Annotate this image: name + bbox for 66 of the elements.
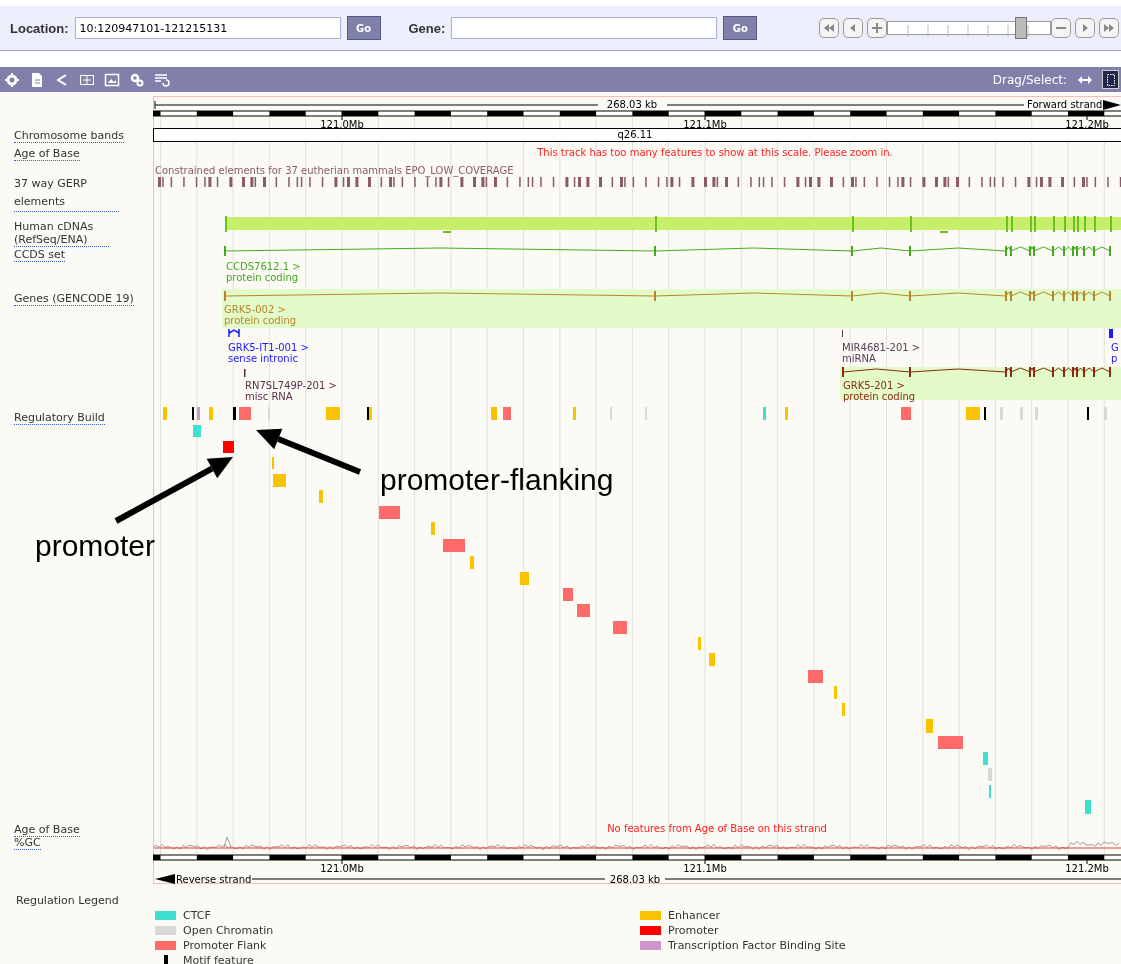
annotation-label: promoter <box>35 529 156 562</box>
track-title: Constrained elements for 37 eutherian mammals EPO_LOW_COVERAGE <box>155 165 514 176</box>
image-icon[interactable] <box>104 71 120 88</box>
biotype-label: p <box>1111 353 1118 364</box>
biotype-label: protein coding <box>843 391 916 402</box>
track-message: No features from Age of Base on this strand <box>607 823 827 834</box>
length-label: 268.03 kb <box>606 99 658 110</box>
band-label: q26.11 <box>617 129 653 140</box>
go-button[interactable]: Go <box>346 16 381 40</box>
zoom-out-icon[interactable] <box>1051 18 1071 38</box>
scale-label: 121.0Mb <box>320 863 364 874</box>
legend-title: Regulation Legend <box>16 894 119 907</box>
feature-label: GRK5-002 > <box>224 304 286 315</box>
track-label[interactable]: Chromosome bands <box>14 129 124 143</box>
gene-field[interactable] <box>451 17 718 39</box>
track-label[interactable]: Age of Base <box>14 147 80 161</box>
biotype-label: sense intronic <box>228 353 298 364</box>
feature-label: RN7SL749P-201 > <box>245 380 337 391</box>
gears-icon[interactable] <box>129 71 145 88</box>
biotype-label: protein coding <box>224 315 297 326</box>
biotype-label: misc RNA <box>245 391 293 402</box>
strand-label: Reverse strand <box>176 874 252 885</box>
track-label[interactable]: Human cDNAs (RefSeq/ENA) <box>14 220 109 247</box>
gene-label: Gene: <box>408 20 446 36</box>
list-refresh-icon[interactable] <box>154 71 170 88</box>
legend-label: Promoter Flank <box>183 939 267 952</box>
track-label[interactable]: 37 way GERP elements <box>14 175 119 212</box>
drag-select-label: Drag/Select: <box>992 72 1067 87</box>
legend-label: Enhancer <box>668 909 720 922</box>
scale-label: 121.1Mb <box>683 863 727 874</box>
transcript-drawing <box>228 328 240 338</box>
track-label[interactable]: CCDS set <box>14 248 66 262</box>
document-icon[interactable] <box>29 71 45 88</box>
track-message: This track has too many features to show at this scale. Please zoom in. <box>537 147 893 158</box>
track-label[interactable]: Regulatory Build <box>14 411 105 425</box>
scale-label: 121.1Mb <box>683 119 727 130</box>
gear-icon[interactable] <box>4 71 20 88</box>
feature-label: GRK5-IT1-001 > <box>228 342 309 353</box>
scale-label: 121.0Mb <box>320 119 364 130</box>
feature-label: CCDS7612.1 > <box>226 261 301 272</box>
strand-label: Forward strand <box>1027 99 1103 110</box>
legend-label: Open Chromatin <box>183 924 274 937</box>
legend-label: Transcription Factor Binding Site <box>668 939 846 952</box>
rewind-icon[interactable] <box>819 18 839 38</box>
legend-label: Motif feature <box>183 954 254 964</box>
legend-label: Promoter <box>668 924 719 937</box>
location-field[interactable]: 10:120947101-121215131 <box>74 17 341 39</box>
annotation-label: promoter-flanking <box>380 463 614 496</box>
zoom-in-icon[interactable] <box>867 18 887 38</box>
biotype-label: protein coding <box>226 272 299 283</box>
track-label[interactable]: Age of Base <box>14 823 80 837</box>
track-label[interactable]: %GC <box>14 836 41 850</box>
legend-label: CTCF <box>183 909 211 922</box>
slider-thumb[interactable] <box>1014 17 1027 39</box>
scale-label: 121.2Mb <box>1065 863 1109 874</box>
select-box-icon[interactable] <box>1102 70 1119 89</box>
biotype-label: miRNA <box>842 353 876 364</box>
go-button[interactable]: Go <box>723 16 758 40</box>
feature-label: G <box>1111 342 1119 353</box>
feature-label: MIR4681-201 > <box>842 342 921 353</box>
length-label: 268.03 kb <box>609 874 661 885</box>
location-label: Location: <box>10 20 69 36</box>
track-label[interactable]: Genes (GENCODE 19) <box>14 292 134 306</box>
feature-label: GRK5-201 > <box>843 380 905 391</box>
fast-forward-icon[interactable] <box>1099 18 1119 38</box>
scale-label: 121.2Mb <box>1065 119 1109 130</box>
